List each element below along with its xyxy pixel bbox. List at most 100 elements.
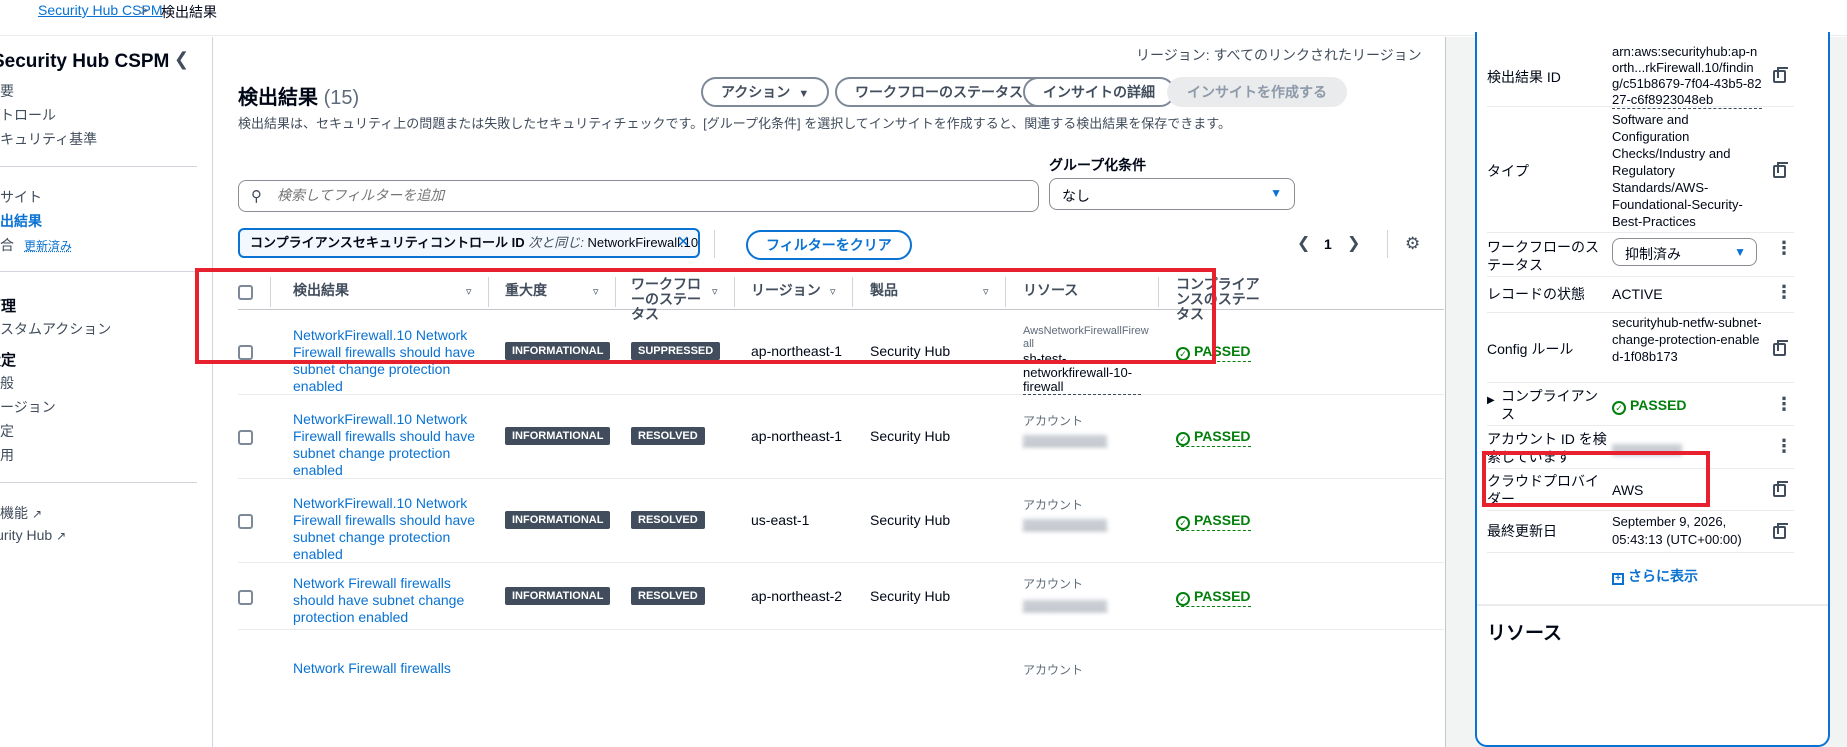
finding-title-link[interactable]: NetworkFirewall.10 Network Firewall fire… [293,495,479,563]
chevron-left-icon[interactable]: ❮ [174,49,189,70]
create-insight-button[interactable]: インサイトを作成する [1167,77,1347,107]
page-title: 検出結果 (15) [238,81,359,110]
insight-details-button[interactable]: インサイトの詳細 [1023,77,1175,107]
finding-title-link[interactable]: Network Firewall firewalls should have s… [293,575,479,626]
more-options-icon[interactable]: ⋮ [1775,394,1793,415]
search-input[interactable] [275,186,1015,204]
filter-token[interactable]: コンプライアンスセキュリティコントロール ID 次と同じ: NetworkFir… [238,228,700,258]
resource-type: アカウント [1023,498,1084,512]
column-separator [270,277,271,307]
expand-triangle-icon[interactable]: ▶ [1487,395,1495,406]
sort-icon[interactable]: ▿ [593,285,599,298]
page-title-text: 検出結果 [238,87,318,109]
sidebar-link-whats-new[interactable]: 新機能 ↗ [0,503,42,523]
row-checkbox[interactable] [238,590,253,605]
sort-icon[interactable]: ▿ [830,285,836,298]
side-nav-title: Security Hub CSPM [0,51,170,72]
product-cell: Security Hub [870,428,951,444]
column-header-finding[interactable]: 検出結果 [293,283,349,298]
workflow-badge: RESOLVED [631,511,705,529]
row-checkbox[interactable] [238,430,253,445]
copy-icon[interactable] [1773,162,1788,178]
divider [1487,425,1794,426]
sidebar-item-controls[interactable]: コントロール [0,105,56,125]
product-cell: Security Hub [870,588,951,604]
next-page-icon[interactable]: ❯ [1347,233,1360,253]
sidebar-item-general[interactable]: 一般 [0,373,14,393]
current-page[interactable]: 1 [1324,236,1332,252]
side-divider [0,166,197,167]
compliance-label: コンプライアンス [1501,388,1599,422]
sidebar-item-standards[interactable]: セキュリティ基準 [0,129,97,149]
check-circle-icon: ✓ [1176,592,1190,606]
prev-page-icon[interactable]: ❮ [1297,233,1310,253]
sidebar-item-integrations[interactable]: 統合更新済み [0,235,72,255]
finding-title-link[interactable]: Network Firewall firewalls [293,660,451,676]
sidebar-item-summary[interactable]: 概要 [0,81,14,101]
sidebar-link-security-hub[interactable]: Security Hub↗ [0,527,66,543]
finding-id-label: 検出結果 ID [1487,69,1561,85]
breadcrumb-current: 検出結果 [161,4,217,20]
table-row[interactable]: NetworkFirewall.10 Network Firewall fire… [238,395,1444,479]
table-row[interactable]: NetworkFirewall.10 Network Firewall fire… [238,310,1444,395]
sidebar-section-settings: 設定 [0,352,17,369]
row-checkbox[interactable] [238,345,253,360]
workflow-status-select[interactable]: 抑制済み ▼ [1612,238,1757,266]
show-more-link[interactable]: + さらに表示 [1612,566,1698,586]
sort-icon[interactable]: ▿ [983,285,989,298]
row-checkbox[interactable] [238,514,253,529]
group-by-select[interactable]: なし ▼ [1049,178,1295,210]
column-header-severity[interactable]: 重大度 [505,283,547,298]
resource-type: アカウント [1023,414,1084,428]
select-all-checkbox[interactable] [238,285,253,300]
sidebar-item-regions[interactable]: リージョン [0,397,56,417]
table-row[interactable]: NetworkFirewall.10 Network Firewall fire… [238,479,1444,563]
table-row[interactable]: Network Firewall firewalls should have s… [238,563,1444,630]
findings-main: リージョン: すべてのリンクされたリージョン 検出結果 (15) アクション ▼ … [195,37,1447,747]
copy-icon[interactable] [1773,67,1788,83]
resource-name[interactable]: sh-test-networkfirewall-10-firewall [1023,352,1141,395]
column-header-resource[interactable]: リソース [1023,283,1078,298]
sidebar-item-config[interactable]: 設定 [0,421,14,441]
divider [1487,312,1794,313]
region-cell: ap-northeast-2 [751,588,843,604]
actions-button[interactable]: アクション ▼ [701,77,830,107]
record-state-value: ACTIVE [1612,286,1663,302]
more-options-icon[interactable]: ⋮ [1775,282,1793,303]
security-hub-link-label: Security Hub [0,527,53,543]
table-header: 検出結果 ▿ 重大度 ▿ ワークフローのステータス ▿ リージョン ▿ 製品 ▿… [238,275,1444,322]
search-field[interactable]: ⚲ [238,180,1039,212]
resources-heading: リソース [1487,623,1563,644]
column-header-region[interactable]: リージョン [751,283,821,298]
sidebar-item-custom-actions[interactable]: カスタムアクション [0,319,111,339]
resource-type: アカウント [1023,577,1084,591]
region-cell: us-east-1 [751,512,810,528]
clear-filters-button[interactable]: フィルターをクリア [746,230,912,260]
copy-icon[interactable] [1773,340,1788,356]
finding-title-link[interactable]: NetworkFirewall.10 Network Firewall fire… [293,411,479,479]
more-options-icon[interactable]: ⋮ [1775,436,1793,457]
sort-icon[interactable]: ▿ [712,285,718,298]
copy-icon[interactable] [1773,523,1788,539]
check-circle-icon: ✓ [1176,432,1190,446]
compliance-status: ✓ PASSED [1176,588,1251,607]
gear-icon[interactable]: ⚙ [1405,234,1420,254]
last-updated-label: 最終更新日 [1487,523,1557,539]
show-more-label: さらに表示 [1628,568,1698,584]
sidebar-item-insights[interactable]: インサイト [0,187,42,207]
group-by-value: なし [1062,188,1090,204]
finding-title-link[interactable]: NetworkFirewall.10 Network Firewall fire… [293,327,479,395]
column-header-product[interactable]: 製品 [870,283,898,298]
redacted-account-id [1023,519,1107,531]
sidebar-item-usage[interactable]: 使用 [0,445,14,465]
divider [1487,552,1794,553]
group-by-label: グループ化条件 [1049,157,1147,173]
breadcrumb-separator-icon: > [140,2,149,18]
copy-icon[interactable] [1773,481,1788,497]
remove-filter-icon[interactable]: ✕ [677,230,690,256]
sidebar-item-findings[interactable]: 検出結果 [0,211,42,231]
actions-label: アクション [721,84,791,100]
severity-badge: INFORMATIONAL [505,342,611,360]
more-options-icon[interactable]: ⋮ [1775,238,1793,259]
sort-icon[interactable]: ▿ [466,285,472,298]
